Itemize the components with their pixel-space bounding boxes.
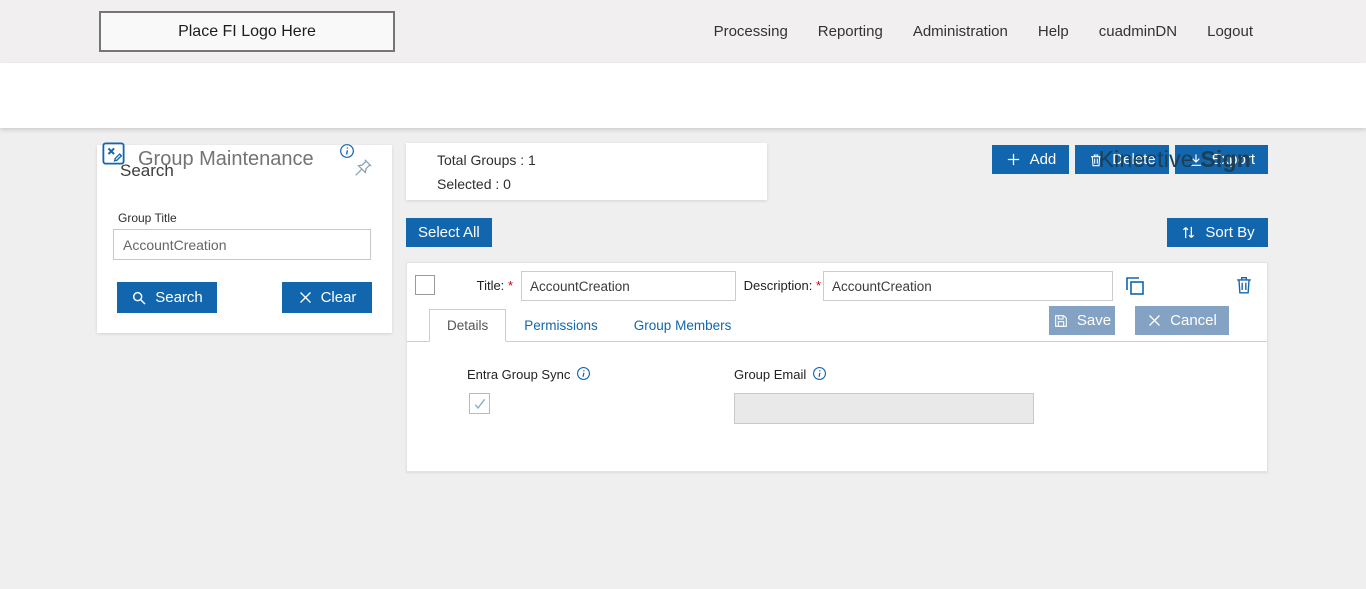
description-label-text: Description: bbox=[743, 278, 813, 293]
plus-icon bbox=[1005, 151, 1022, 168]
top-bar: Place FI Logo Here Processing Reporting … bbox=[0, 0, 1366, 63]
cancel-button-label: Cancel bbox=[1170, 312, 1217, 329]
entra-group-sync-label: Entra Group Sync bbox=[467, 366, 592, 382]
tab-group-members[interactable]: Group Members bbox=[616, 309, 750, 342]
brand-product: Sign bbox=[1200, 146, 1251, 172]
summary-panel: Total Groups : 1 Selected : 0 bbox=[406, 143, 767, 200]
group-email-label-text: Group Email bbox=[734, 366, 807, 382]
search-button-label: Search bbox=[155, 289, 203, 306]
copy-icon bbox=[1123, 274, 1147, 298]
nav-administration[interactable]: Administration bbox=[913, 23, 1008, 40]
add-button-label: Add bbox=[1029, 151, 1057, 168]
save-button[interactable]: Save bbox=[1049, 306, 1115, 335]
sort-by-button[interactable]: Sort By bbox=[1167, 218, 1268, 247]
page: Place FI Logo Here Processing Reporting … bbox=[0, 0, 1366, 589]
group-email-input[interactable] bbox=[734, 393, 1034, 424]
group-title-input[interactable] bbox=[113, 229, 371, 260]
cancel-x-icon bbox=[1147, 313, 1162, 328]
nav-logout[interactable]: Logout bbox=[1207, 23, 1253, 40]
save-button-label: Save bbox=[1076, 312, 1112, 329]
select-all-label: Select All bbox=[418, 224, 480, 241]
group-description-field[interactable] bbox=[823, 271, 1113, 301]
group-title-field[interactable] bbox=[521, 271, 736, 301]
group-email-label: Group Email bbox=[734, 366, 828, 382]
page-title: Group Maintenance bbox=[138, 148, 314, 170]
top-navigation: Processing Reporting Administration Help… bbox=[714, 0, 1253, 63]
nav-reporting[interactable]: Reporting bbox=[818, 23, 883, 40]
pin-icon[interactable] bbox=[352, 157, 374, 179]
main-content: Search Group Title Search bbox=[0, 128, 1366, 589]
selected-count-text: Selected : 0 bbox=[437, 176, 511, 192]
fi-logo-placeholder: Place FI Logo Here bbox=[99, 11, 395, 52]
group-row-card: Title: * Description: * bbox=[406, 262, 1268, 472]
cancel-button[interactable]: Cancel bbox=[1135, 306, 1229, 335]
group-maintenance-icon bbox=[100, 140, 127, 167]
entra-group-sync-checkbox[interactable] bbox=[469, 393, 490, 414]
copy-group-button[interactable] bbox=[1123, 274, 1147, 298]
brand-name: Kinective bbox=[1098, 146, 1194, 172]
title-field-label: Title: * bbox=[447, 278, 513, 293]
checkmark-icon bbox=[472, 396, 488, 412]
nav-processing[interactable]: Processing bbox=[714, 23, 788, 40]
brand-logo: Kinective Sign bbox=[1099, 146, 1251, 173]
select-all-button[interactable]: Select All bbox=[406, 218, 492, 247]
sort-by-label: Sort By bbox=[1205, 224, 1255, 241]
group-email-info-icon[interactable] bbox=[812, 366, 828, 382]
search-panel: Search Group Title Search bbox=[97, 145, 392, 333]
entra-label-text: Entra Group Sync bbox=[467, 366, 571, 382]
add-button[interactable]: Add bbox=[991, 145, 1070, 174]
clear-button-label: Clear bbox=[320, 289, 357, 306]
search-icon bbox=[131, 290, 147, 306]
page-title-info-icon[interactable] bbox=[339, 143, 355, 159]
trash-icon bbox=[1233, 274, 1257, 296]
tab-details[interactable]: Details bbox=[429, 309, 507, 342]
total-groups-text: Total Groups : 1 bbox=[437, 152, 536, 168]
clear-x-icon bbox=[298, 290, 313, 305]
group-title-label: Group Title bbox=[118, 211, 177, 225]
title-required-marker: * bbox=[507, 278, 513, 293]
title-label-text: Title: bbox=[476, 278, 505, 293]
search-button[interactable]: Search bbox=[117, 282, 217, 313]
delete-group-row-button[interactable] bbox=[1233, 273, 1257, 297]
page-header: Group Maintenance Kinective Sign bbox=[0, 63, 1366, 172]
sort-arrows-icon bbox=[1180, 224, 1197, 241]
row-select-checkbox[interactable] bbox=[415, 275, 435, 295]
group-tabs: Details Permissions Group Members bbox=[429, 309, 749, 342]
description-field-label: Description: * bbox=[737, 278, 821, 293]
description-required-marker: * bbox=[815, 278, 821, 293]
nav-help[interactable]: Help bbox=[1038, 23, 1069, 40]
nav-username[interactable]: cuadminDN bbox=[1099, 23, 1177, 40]
save-disk-icon bbox=[1053, 313, 1069, 329]
tab-permissions[interactable]: Permissions bbox=[506, 309, 616, 342]
entra-info-icon[interactable] bbox=[576, 366, 592, 382]
fi-logo-text: Place FI Logo Here bbox=[178, 22, 316, 40]
clear-button[interactable]: Clear bbox=[282, 282, 372, 313]
